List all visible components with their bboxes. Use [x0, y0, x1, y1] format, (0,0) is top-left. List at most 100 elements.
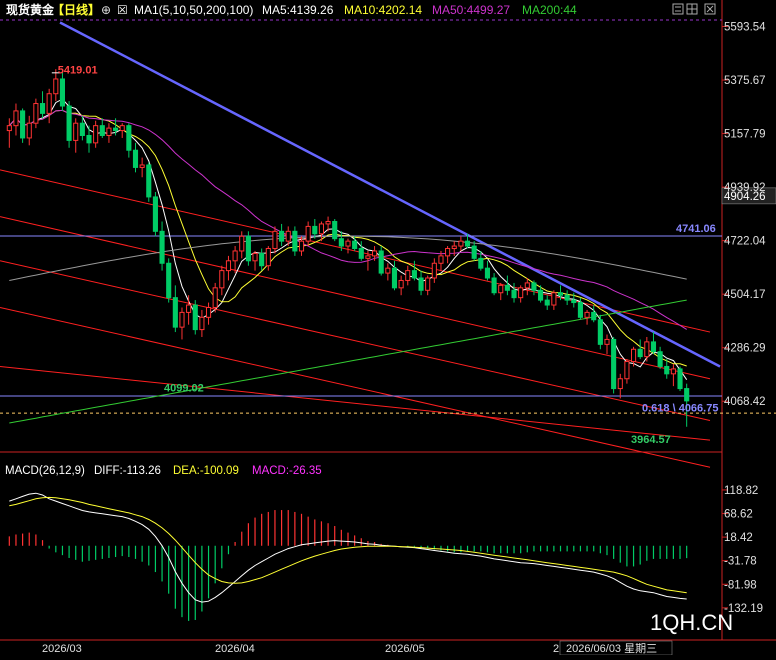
grid-icon[interactable] [686, 3, 698, 15]
macd-y-tick-label: -81.98 [724, 579, 757, 591]
candle-down [338, 238, 344, 247]
macd-macd-value: MACD:-26.35 [252, 465, 322, 477]
chart-stage: 5419.01 4099.02 0.618 \ 4066.75 3964.57 4741… [0, 0, 776, 656]
macd-dea-value: DEA:-100.09 [173, 465, 239, 477]
candle-up [318, 223, 324, 235]
price-y-tick-label: 4722.04 [724, 236, 766, 248]
candle-down [557, 292, 564, 296]
candle-down [591, 311, 597, 321]
candle-down [378, 250, 384, 274]
candle-down [245, 235, 251, 262]
macd-histogram [8, 510, 688, 621]
price-y-tick-label: 4939.92 [724, 182, 766, 194]
candle-down [577, 302, 583, 318]
candle-up [458, 240, 464, 247]
candle-up [438, 255, 444, 264]
candle-up [106, 127, 112, 136]
candle-down [418, 277, 424, 291]
ma10-value: MA10:4202.14 [344, 3, 422, 17]
candle-up [451, 245, 457, 250]
candle-up [199, 316, 205, 331]
watermark-logo: 1QH.CN [650, 610, 733, 635]
candle-down [664, 365, 670, 375]
candle-up [372, 250, 378, 257]
candle-up [630, 348, 637, 363]
ma200-value: MA200:44 [522, 3, 577, 17]
price-y-axis: 5593.54 5375.67 5157.79 4939.92 4722.04 4504.… [722, 22, 766, 408]
candle-down [126, 125, 132, 151]
macd-y-tick-label: 118.82 [724, 485, 758, 497]
menu-icon[interactable] [672, 3, 684, 15]
candle-down [292, 230, 298, 252]
hline-label: 4741.06 [676, 223, 716, 235]
ma50-value: MA50:4499.27 [432, 3, 510, 17]
macd-y-tick-label: -31.78 [724, 556, 757, 568]
channel-line [0, 306, 711, 468]
candle-up [272, 230, 278, 250]
instrument-title: 现货黄金 [6, 2, 55, 17]
price-y-tick-label: 4504.17 [724, 289, 766, 301]
candle-up [518, 287, 524, 299]
macd-y-tick-label: 68.62 [724, 509, 753, 521]
candle-up [624, 361, 630, 380]
candle-down [597, 319, 603, 345]
candle-down [113, 127, 119, 132]
candle-up [445, 248, 451, 257]
candle-down [504, 284, 510, 291]
candle-down [684, 388, 690, 402]
candle-up [179, 311, 185, 328]
candle-up [26, 122, 32, 139]
chart-icon: ☒ [117, 3, 128, 17]
candle-up [285, 230, 291, 242]
candle-down [571, 299, 577, 304]
candle-down [172, 297, 178, 328]
low-label-2: 3964.57 [631, 434, 671, 446]
candle-up [425, 277, 431, 291]
candle-up [431, 262, 437, 279]
cursor-date-label: 2026/06/03 星期三 [566, 642, 657, 655]
close-icon[interactable] [704, 3, 716, 15]
candle-up [205, 306, 212, 318]
macd-diff-value: DIFF:-113.26 [94, 465, 161, 477]
candle-down [159, 230, 165, 264]
candle-up [325, 220, 331, 225]
price-y-tick-label: 5157.79 [724, 129, 766, 141]
ma10-line [8, 109, 687, 367]
candle-down [86, 134, 92, 144]
candle-down [491, 277, 497, 294]
ma200-line [9, 299, 687, 424]
candle-up [53, 78, 59, 95]
plus-circle-icon[interactable]: ⊕ [101, 3, 111, 17]
candle-up [405, 270, 411, 281]
candle-up [139, 164, 145, 168]
candle-up [305, 225, 311, 242]
candle-up [551, 292, 557, 306]
price-channels [0, 21, 776, 468]
macd-lines [9, 492, 687, 603]
x-tick-label: 2026/05 [385, 643, 425, 655]
candle-down [39, 103, 46, 114]
macd-title: MACD(26,12,9) [5, 465, 85, 477]
candle-down [657, 351, 663, 367]
candle-down [79, 122, 85, 136]
candle-up [239, 235, 245, 252]
ma5-value: MA5:4139.26 [262, 3, 334, 17]
candle-up [212, 287, 218, 308]
candlestick-series [6, 69, 690, 427]
candle-down [99, 125, 105, 136]
candle-down [677, 368, 683, 390]
macd-header: MACD(26,12,9) DIFF:-113.26 DEA:-100.09 M… [5, 465, 322, 477]
period-label[interactable]: 【日线】 [52, 2, 100, 17]
candle-down [611, 338, 617, 390]
price-y-tick-label: 4068.42 [724, 396, 766, 408]
candle-down [332, 220, 338, 240]
candle-down [358, 248, 364, 259]
ma-label: MA1(5,10,50,200,100) [134, 3, 253, 17]
candle-down [484, 267, 491, 279]
candle-up [232, 250, 238, 262]
candle-down [544, 299, 550, 306]
price-y-tick-label: 5593.54 [724, 22, 766, 34]
candle-down [391, 267, 398, 289]
candle-up [13, 110, 19, 127]
candle-up [398, 279, 404, 289]
